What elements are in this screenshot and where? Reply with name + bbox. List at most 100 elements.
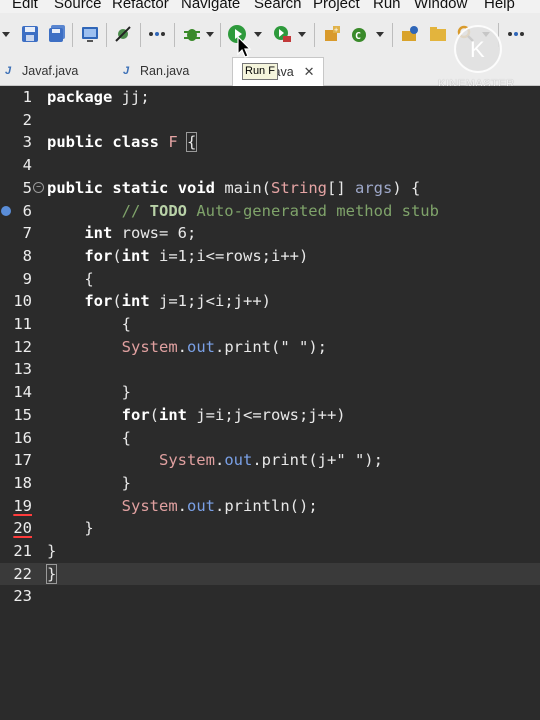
menu-window[interactable]: Window bbox=[414, 0, 467, 12]
code-line[interactable]: 16 { bbox=[0, 427, 540, 450]
toolbar-separator bbox=[392, 23, 393, 47]
menu-navigate[interactable]: Navigate bbox=[181, 0, 240, 12]
menu-edit[interactable]: Edit bbox=[12, 0, 38, 12]
line-number: 3 bbox=[22, 133, 32, 152]
debug-dropdown-arrow-icon[interactable] bbox=[206, 32, 214, 37]
code-text: } bbox=[47, 473, 131, 492]
svg-text:+: + bbox=[334, 26, 338, 34]
terminal-icon[interactable] bbox=[80, 24, 100, 44]
code-text: for(int j=1;j<i;j++) bbox=[84, 292, 271, 311]
code-text: } bbox=[47, 519, 94, 538]
line-number: 1 bbox=[22, 88, 32, 106]
line-number: 5 bbox=[22, 178, 32, 197]
code-line[interactable]: 11 { bbox=[0, 313, 540, 336]
code-text: public static void main(String[] args) { bbox=[47, 178, 421, 197]
toolbar-separator bbox=[220, 23, 221, 47]
code-text: System.out.print(j+" "); bbox=[158, 451, 383, 470]
save-all-icon[interactable] bbox=[47, 24, 67, 44]
code-line[interactable]: 19 System.out.println(); bbox=[0, 495, 540, 518]
svg-text:C: C bbox=[355, 31, 361, 42]
svg-text:K: K bbox=[470, 37, 485, 62]
line-number: 7 bbox=[22, 224, 32, 243]
code-editor[interactable]: 1 package jj; 2 3 public class F { 4 5 −… bbox=[0, 86, 540, 720]
run-dropdown-arrow-icon[interactable] bbox=[254, 32, 262, 37]
code-line[interactable]: 1 package jj; bbox=[0, 86, 540, 109]
line-number: 21 bbox=[13, 542, 32, 560]
code-line[interactable]: 21 } bbox=[0, 540, 540, 563]
tab-label: Javaf.java bbox=[22, 64, 79, 78]
code-text: System.out.println(); bbox=[121, 496, 318, 515]
line-number: 23 bbox=[13, 587, 32, 606]
tab-javaf-java[interactable]: J Javaf.java bbox=[2, 57, 78, 85]
line-number: 12 bbox=[13, 337, 32, 356]
menu-project[interactable]: Project bbox=[313, 0, 360, 12]
close-icon[interactable]: ✕ bbox=[304, 64, 315, 80]
toolbar-separator bbox=[140, 23, 141, 47]
line-number: 17 bbox=[13, 451, 32, 470]
fold-toggle-icon[interactable]: − bbox=[33, 181, 44, 193]
skip-breakpoints-icon[interactable] bbox=[113, 24, 133, 44]
code-line-current[interactable]: 22 } bbox=[0, 562, 540, 586]
new-class-dropdown-arrow-icon[interactable] bbox=[376, 32, 384, 37]
code-text: } bbox=[47, 383, 131, 402]
line-number: 2 bbox=[22, 110, 32, 129]
menu-search[interactable]: Search bbox=[254, 0, 302, 12]
coverage-icon[interactable] bbox=[272, 24, 292, 44]
code-text: { bbox=[47, 315, 131, 333]
code-line[interactable]: 8 for(int i=1;i<=rows;i++) bbox=[0, 245, 540, 268]
code-text: { bbox=[47, 428, 131, 447]
code-line[interactable]: 5 − public static void main(String[] arg… bbox=[0, 177, 540, 200]
debug-icon[interactable] bbox=[182, 24, 202, 44]
kinemaster-logo-icon: K bbox=[470, 37, 485, 62]
text-caret bbox=[56, 565, 58, 583]
line-number: 9 bbox=[22, 269, 32, 288]
new-dropdown-arrow-icon[interactable] bbox=[2, 32, 10, 37]
toolbar-separator bbox=[72, 23, 73, 47]
line-number: 4 bbox=[22, 156, 32, 175]
kinemaster-logo: K bbox=[454, 25, 502, 73]
code-line[interactable]: 12 System.out.print(" "); bbox=[0, 336, 540, 359]
code-line[interactable]: 6 // TODO Auto-generated method stub bbox=[0, 200, 540, 223]
menu-refactor[interactable]: Refactor bbox=[112, 0, 169, 12]
toolbar-separator bbox=[314, 23, 315, 47]
code-line[interactable]: 23 bbox=[0, 585, 540, 608]
code-line[interactable]: 20 } bbox=[0, 517, 540, 540]
new-class-icon[interactable]: C bbox=[350, 24, 370, 44]
open-folder-icon[interactable] bbox=[428, 24, 448, 44]
menu-help[interactable]: Help bbox=[484, 0, 515, 12]
coverage-dropdown-arrow-icon[interactable] bbox=[298, 32, 306, 37]
code-line[interactable]: 15 for(int j=i;j<=rows;j++) bbox=[0, 404, 540, 427]
code-text: for(int i=1;i<=rows;i++) bbox=[84, 246, 309, 265]
code-line[interactable]: 4 bbox=[0, 154, 540, 177]
code-text: for(int j=i;j<=rows;j++) bbox=[121, 405, 346, 424]
code-line[interactable]: 13 bbox=[0, 358, 540, 381]
menu-bar: Edit Source Refactor Navigate Search Pro… bbox=[0, 0, 540, 13]
open-type-icon[interactable] bbox=[400, 24, 420, 44]
code-line[interactable]: 10 for(int j=1;j<i;j++) bbox=[0, 290, 540, 313]
new-package-icon[interactable]: + bbox=[322, 24, 342, 44]
line-number: 10 bbox=[13, 292, 32, 311]
code-line[interactable]: 18 } bbox=[0, 472, 540, 495]
code-line[interactable]: 17 System.out.print(j+" "); bbox=[0, 449, 540, 472]
link-icon[interactable] bbox=[147, 24, 167, 44]
menu-run[interactable]: Run bbox=[373, 0, 401, 12]
tab-ran-java[interactable]: J Ran.java bbox=[120, 57, 189, 85]
code-text: } bbox=[47, 542, 57, 560]
java-file-icon: J bbox=[4, 65, 12, 77]
toolbar-separator bbox=[174, 23, 175, 47]
code-line[interactable]: 7 int rows= 6; bbox=[0, 222, 540, 245]
menu-source[interactable]: Source bbox=[54, 0, 102, 12]
code-line[interactable]: 14 } bbox=[0, 381, 540, 404]
code-line[interactable]: 2 bbox=[0, 109, 540, 132]
tab-label: Ran.java bbox=[140, 64, 190, 78]
toggle-mark-icon[interactable] bbox=[506, 24, 526, 44]
line-number: 15 bbox=[13, 405, 32, 424]
line-number: 8 bbox=[22, 246, 32, 265]
toolbar-separator bbox=[106, 23, 107, 47]
run-tooltip: Run F bbox=[242, 63, 278, 80]
save-icon[interactable] bbox=[20, 24, 40, 44]
line-number: 16 bbox=[13, 428, 32, 447]
code-line[interactable]: 9 { bbox=[0, 268, 540, 291]
code-line[interactable]: 3 public class F { bbox=[0, 131, 540, 154]
code-text: package jj; bbox=[47, 88, 150, 106]
